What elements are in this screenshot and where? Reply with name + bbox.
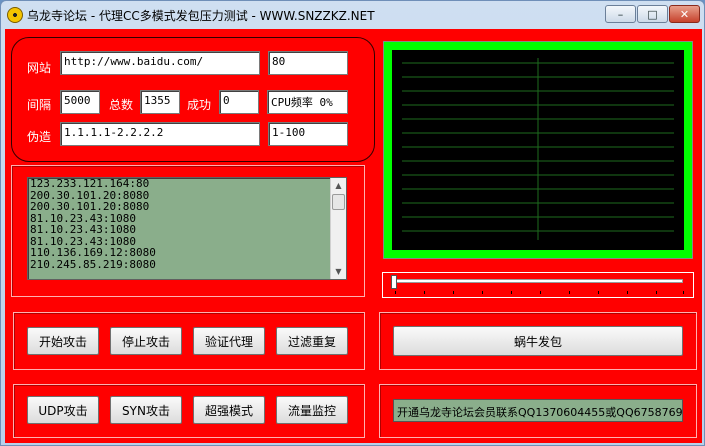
slider-tick	[511, 291, 512, 294]
list-item[interactable]: 81.10.23.43:1080	[28, 224, 346, 236]
proxy-list[interactable]: 123.233.121.164:80 200.30.101.20:8080 20…	[27, 177, 347, 280]
success-label: 成功	[187, 98, 212, 112]
slider-tick	[482, 291, 483, 294]
scroll-up-icon[interactable]: ▲	[331, 178, 346, 193]
maximize-button[interactable]: □	[637, 5, 668, 23]
udp-attack-button[interactable]: UDP攻击	[27, 396, 99, 424]
list-item[interactable]: 123.233.121.164:80	[28, 178, 346, 190]
list-item[interactable]: 210.245.85.219:8080	[28, 258, 346, 271]
syn-attack-button[interactable]: SYN攻击	[110, 396, 182, 424]
slider-tick	[683, 291, 684, 294]
slider-tick	[569, 291, 570, 294]
close-button[interactable]: ✕	[669, 5, 700, 23]
total-label: 总数	[109, 98, 134, 112]
filter-duplicates-button[interactable]: 过滤重复	[276, 327, 348, 355]
scroll-thumb[interactable]	[332, 194, 345, 210]
title-bar[interactable]: 乌龙寺论坛 - 代理CC多模式发包压力测试 - WWW.SNZZKZ.NET –…	[1, 1, 704, 29]
success-input[interactable]: 0	[219, 90, 259, 114]
slider-track[interactable]	[393, 279, 683, 283]
port-input[interactable]: 80	[268, 51, 348, 75]
total-input[interactable]: 1355	[140, 90, 180, 114]
traffic-monitor-button[interactable]: 流量监控	[276, 396, 348, 424]
slider-tick	[395, 291, 396, 294]
slider-thumb[interactable]	[391, 275, 397, 289]
traffic-monitor-frame	[383, 41, 693, 259]
start-attack-button[interactable]: 开始攻击	[27, 327, 99, 355]
list-item[interactable]: 110.136.169.12:8080	[28, 247, 346, 259]
super-mode-button[interactable]: 超强模式	[193, 396, 265, 424]
client-area: 网站 http://www.baidu.com/ 80 间隔 5000 总数 1…	[5, 29, 702, 443]
interval-input[interactable]: 5000	[60, 90, 100, 114]
window-title: 乌龙寺论坛 - 代理CC多模式发包压力测试 - WWW.SNZZKZ.NET	[27, 9, 375, 23]
membership-info-text: 开通乌龙寺论坛会员联系QQ1370604455或QQ675876908	[393, 399, 683, 422]
slider-tick	[598, 291, 599, 294]
fake-label: 伪造	[27, 130, 52, 144]
slider-tick	[656, 291, 657, 294]
interval-label: 间隔	[27, 98, 52, 112]
cpu-frequency-field: CPU频率 0%	[267, 90, 348, 114]
radiation-app-icon	[7, 7, 23, 23]
slider-tick	[453, 291, 454, 294]
range-input[interactable]: 1-100	[268, 122, 348, 146]
scroll-down-icon[interactable]: ▼	[331, 264, 346, 279]
slider-tick	[540, 291, 541, 294]
stop-attack-button[interactable]: 停止攻击	[110, 327, 182, 355]
site-url-input[interactable]: http://www.baidu.com/	[60, 51, 260, 75]
traffic-graph-grid	[402, 58, 674, 240]
list-item[interactable]: 200.30.101.20:8080	[28, 201, 346, 213]
slider-tick	[424, 291, 425, 294]
verify-proxy-button[interactable]: 验证代理	[193, 327, 265, 355]
packet-rate-slider[interactable]	[382, 272, 694, 298]
snail-send-button[interactable]: 蜗牛发包	[393, 326, 683, 356]
slider-tick	[627, 291, 628, 294]
site-label: 网站	[27, 61, 52, 75]
fake-ip-range-input[interactable]: 1.1.1.1-2.2.2.2	[60, 122, 260, 146]
proxy-list-scrollbar[interactable]: ▲ ▼	[330, 178, 346, 279]
minimize-button[interactable]: –	[605, 5, 636, 23]
traffic-graph	[392, 50, 684, 250]
app-window: 乌龙寺论坛 - 代理CC多模式发包压力测试 - WWW.SNZZKZ.NET –…	[0, 0, 705, 446]
